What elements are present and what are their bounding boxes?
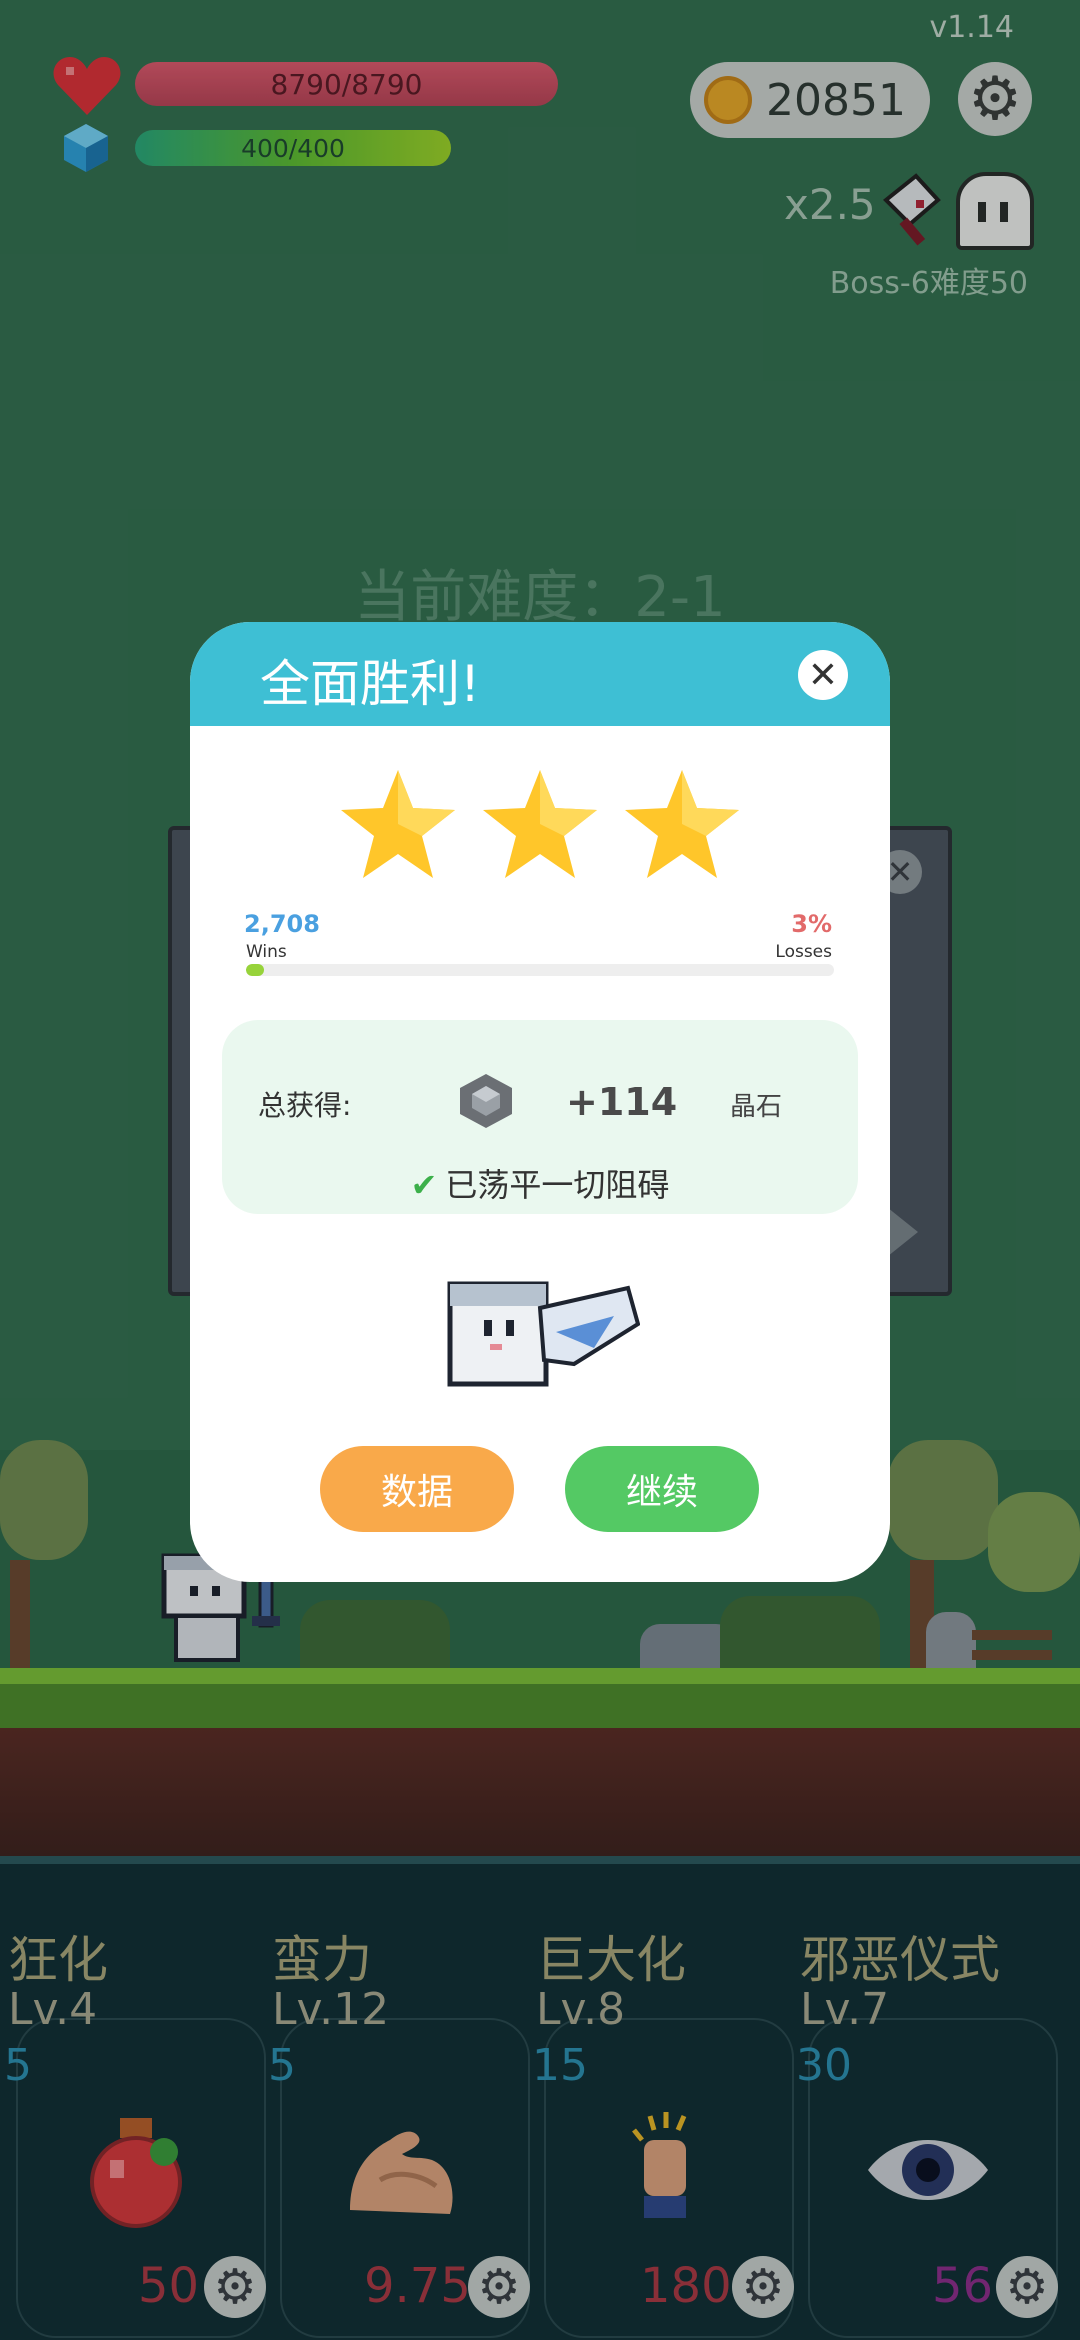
dialog-title: 全面胜利! <box>260 655 481 713</box>
tree <box>0 1440 88 1560</box>
skill-name: 狂化 <box>8 1931 108 1989</box>
mana-text: 400/400 <box>241 133 345 163</box>
reward-note-text: 已荡平一切阻碍 <box>445 1166 670 1204</box>
wins-label: Wins <box>246 942 287 962</box>
boss-difficulty-label: Boss-6难度50 <box>829 266 1028 301</box>
skill-level: Lv.12 <box>272 1984 390 2035</box>
skill-cost: 56 <box>932 2258 994 2314</box>
win-loss-progress-bar <box>246 964 834 976</box>
close-icon[interactable]: ✕ <box>798 650 848 700</box>
skill-name: 巨大化 <box>536 1931 686 1989</box>
boss-ghost-icon <box>956 172 1034 250</box>
skill-cost: 50 <box>138 2258 200 2314</box>
skill-slot-brute-force[interactable]: 蛮力 Lv.12 5 9.75 ⚙ <box>264 1920 530 2340</box>
progress-fill <box>246 964 264 976</box>
skills-bar: 狂化 Lv.4 5 50 ⚙ 蛮力 Lv.12 5 9.75 ⚙ 巨大化 Lv.… <box>0 1920 1080 2340</box>
skill-count: 5 <box>268 2040 296 2091</box>
star-rating <box>190 768 890 880</box>
bush <box>300 1600 450 1668</box>
upgrade-gear-icon[interactable]: ⚙ <box>996 2256 1058 2318</box>
upgrade-gear-icon[interactable]: ⚙ <box>204 2256 266 2318</box>
reward-amount: +114 <box>566 1080 678 1124</box>
wins-value: 2,708 <box>244 910 320 938</box>
skill-count: 15 <box>532 2040 588 2091</box>
upgrade-gear-icon[interactable]: ⚙ <box>732 2256 794 2318</box>
muscle-arm-icon <box>350 2131 453 2214</box>
mana-bar: 400/400 <box>135 130 451 166</box>
continue-button[interactable]: 继续 <box>565 1446 759 1532</box>
background-panel-arrow-icon <box>888 1208 918 1256</box>
skill-level: Lv.4 <box>8 1984 98 2035</box>
data-button[interactable]: 数据 <box>320 1446 514 1532</box>
tree-trunk <box>10 1560 30 1670</box>
reward-unit: 晶石 <box>730 1092 783 1122</box>
skill-count: 5 <box>4 2040 32 2091</box>
skill-cost: 9.75 <box>364 2258 471 2314</box>
reward-label: 总获得: <box>258 1089 352 1122</box>
reward-summary: 总获得: +114 晶石 ✔ 已荡平一切阻碍 <box>222 1020 858 1214</box>
losses-label: Losses <box>775 942 832 962</box>
skill-level: Lv.8 <box>536 1984 626 2035</box>
skill-cost: 180 <box>640 2258 732 2314</box>
crystal-icon <box>460 1074 512 1128</box>
star-icon <box>341 770 455 878</box>
skill-slot-evil-ritual[interactable]: 邪恶仪式 Lv.7 30 56 ⚙ <box>792 1920 1058 2340</box>
hand-icon <box>632 2112 687 2218</box>
tree <box>988 1492 1080 1592</box>
skill-count: 30 <box>796 2040 852 2091</box>
coin-value: 20851 <box>766 74 906 126</box>
star-icon <box>483 770 597 878</box>
coin-counter: 20851 <box>690 62 930 138</box>
star-icon <box>625 770 739 878</box>
hp-text: 8790/8790 <box>270 67 423 101</box>
version-label: v1.14 <box>929 10 1014 45</box>
tree <box>888 1440 998 1560</box>
reward-note: ✔ 已荡平一切阻碍 <box>222 1160 858 1206</box>
skill-level: Lv.7 <box>800 1984 890 2035</box>
losses-value: 3% <box>791 910 832 938</box>
settings-gear-icon[interactable]: ⚙ <box>958 62 1032 136</box>
current-difficulty: 当前难度：2-1 <box>354 565 726 630</box>
dialog-header: 全面胜利! ✕ <box>190 622 890 726</box>
winged-pet-sprite <box>447 1281 640 1387</box>
victory-dialog: 全面胜利! ✕ 2,708 Wins 3% Losses 总获得: +114 晶… <box>190 622 890 1582</box>
hp-bar: 8790/8790 <box>135 62 558 106</box>
eye-icon <box>868 2140 988 2200</box>
skill-name: 邪恶仪式 <box>800 1931 1000 1989</box>
skills-panel-border <box>0 1856 1080 1864</box>
potion-icon <box>90 2118 182 2228</box>
cleaver-icon <box>883 173 941 246</box>
speed-multiplier[interactable]: x2.5 <box>784 180 876 229</box>
ground-dirt <box>0 1728 1080 1856</box>
mana-crystal-icon <box>64 124 108 172</box>
coin-icon <box>704 76 752 124</box>
fence <box>972 1630 1052 1640</box>
skill-slot-giant[interactable]: 巨大化 Lv.8 15 180 ⚙ <box>528 1920 794 2340</box>
ground-grass-top <box>0 1668 1080 1684</box>
upgrade-gear-icon[interactable]: ⚙ <box>468 2256 530 2318</box>
skill-slot-berserk[interactable]: 狂化 Lv.4 5 50 ⚙ <box>0 1920 266 2340</box>
check-icon: ✔ <box>410 1166 438 1204</box>
gravestone <box>926 1612 976 1668</box>
heart-icon <box>53 57 121 115</box>
bush <box>720 1596 880 1668</box>
skill-name: 蛮力 <box>272 1931 372 1989</box>
fence <box>972 1650 1052 1660</box>
